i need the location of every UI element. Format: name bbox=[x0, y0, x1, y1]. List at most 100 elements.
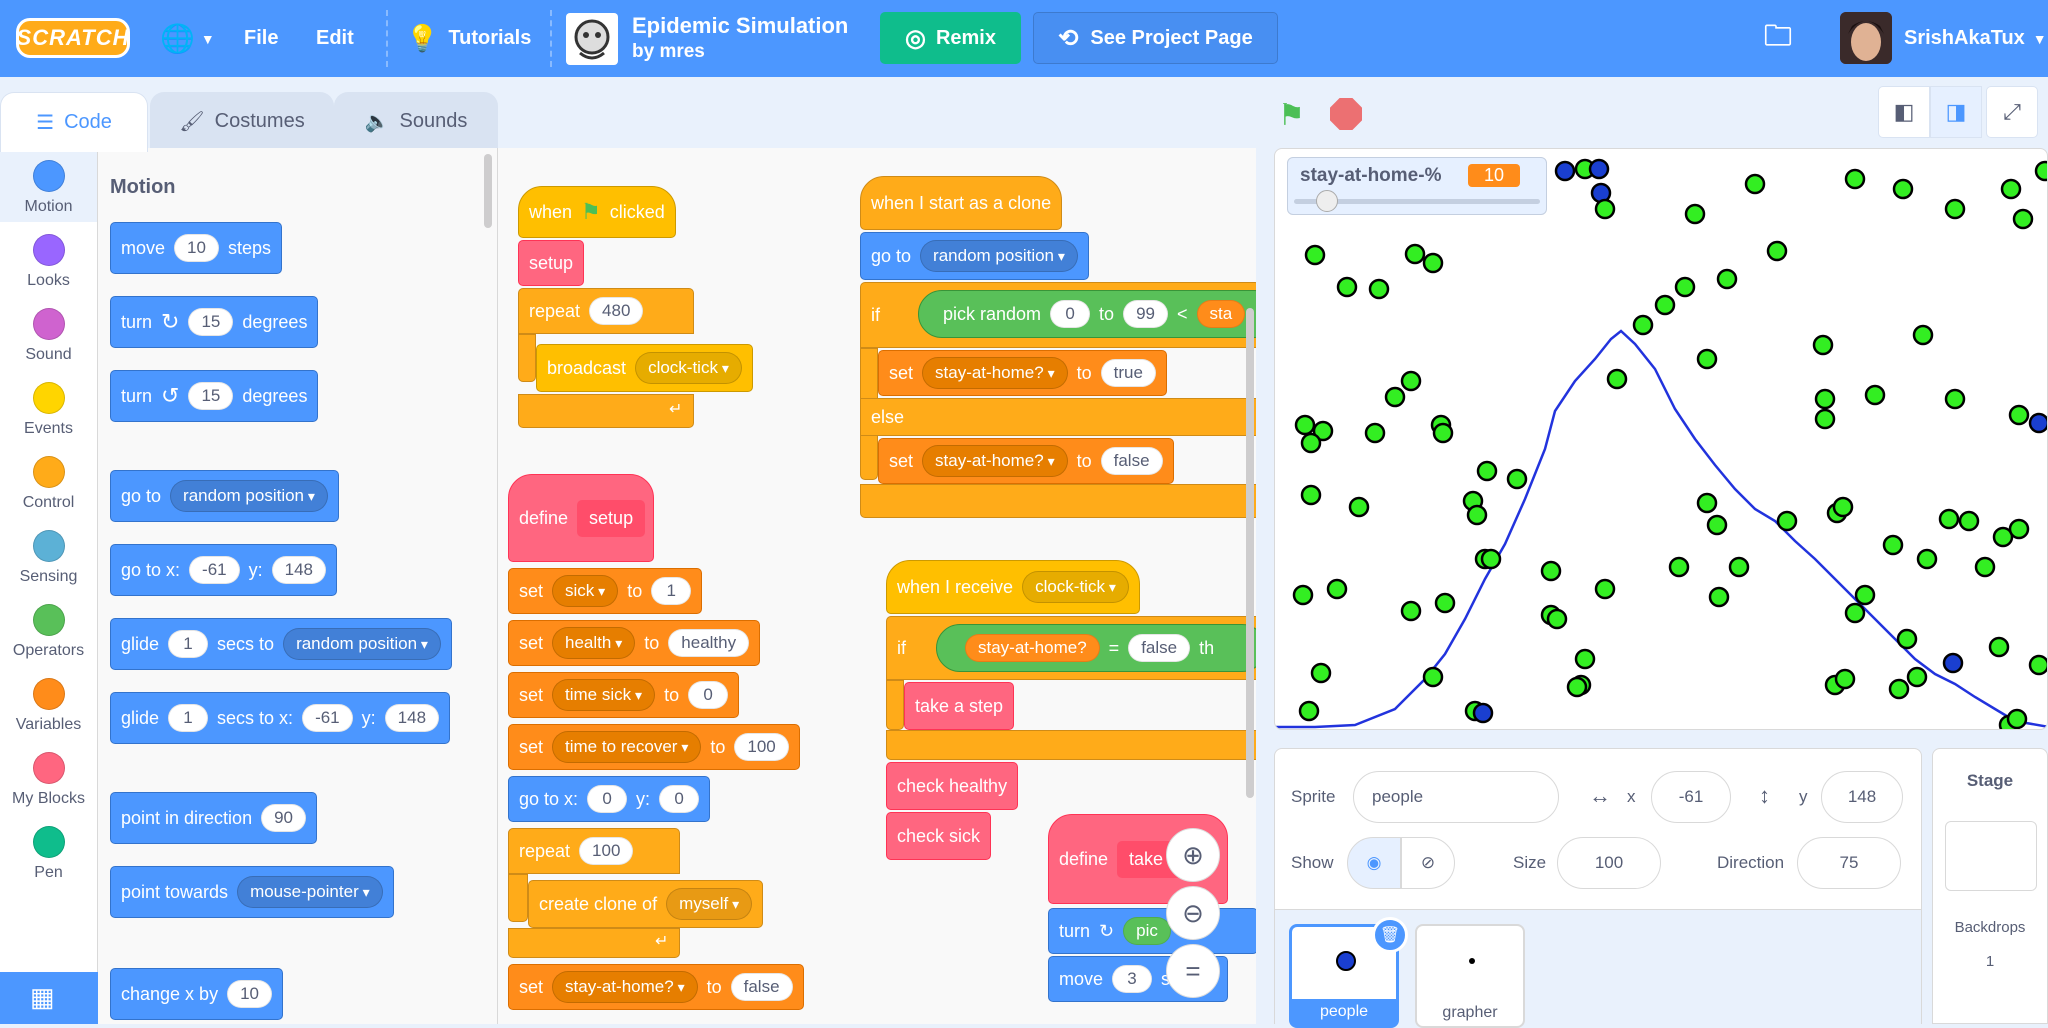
tutorials-button[interactable]: 💡 Tutorials bbox=[406, 0, 531, 77]
pick-random-reporter[interactable]: pic bbox=[1123, 917, 1171, 945]
category-looks[interactable]: Looks bbox=[0, 222, 97, 296]
script-area[interactable]: when ⚑ clicked setup repeat 480 broadcas… bbox=[498, 148, 1256, 1024]
direction-input[interactable]: 90 bbox=[261, 804, 307, 832]
block-when-clone-start[interactable]: when I start as a clone bbox=[860, 176, 1063, 230]
block-point-direction[interactable]: point in direction 90 bbox=[110, 792, 318, 844]
variable-reporter[interactable]: stay-at-home? bbox=[965, 634, 1100, 662]
block-when-flag-clicked[interactable]: when ⚑ clicked bbox=[518, 186, 676, 238]
target-dropdown[interactable]: random position bbox=[283, 628, 441, 660]
block-point-towards[interactable]: point towards mouse-pointer bbox=[110, 866, 394, 918]
fullscreen-button[interactable]: ⤢ bbox=[1986, 86, 2038, 138]
value-input[interactable]: 100 bbox=[734, 733, 789, 761]
see-project-page-button[interactable]: ⟲ See Project Page bbox=[1033, 12, 1278, 64]
category-operators[interactable]: Operators bbox=[0, 592, 97, 666]
block-call-setup[interactable]: setup bbox=[518, 240, 585, 286]
delete-sprite-button[interactable]: 🗑 bbox=[1372, 917, 1408, 953]
message-dropdown[interactable]: clock-tick bbox=[635, 352, 742, 384]
block-set-stay-at-home[interactable]: set stay-at-home? to false bbox=[508, 964, 804, 1010]
max-input[interactable]: 99 bbox=[1123, 300, 1168, 328]
category-motion[interactable]: Motion bbox=[0, 148, 97, 222]
block-call-check-sick[interactable]: check sick bbox=[886, 812, 992, 860]
value-input[interactable]: 1 bbox=[651, 577, 692, 605]
category-pen[interactable]: Pen bbox=[0, 814, 97, 888]
block-goto[interactable]: go to random position bbox=[110, 470, 339, 522]
block-create-clone[interactable]: create clone of myself bbox=[528, 880, 764, 928]
tab-code[interactable]: ☰ Code bbox=[0, 92, 148, 152]
green-flag-button[interactable]: ⚑ bbox=[1278, 98, 1305, 133]
block-move[interactable]: move 10 steps bbox=[110, 222, 282, 274]
secs-input[interactable]: 1 bbox=[168, 704, 209, 732]
monitor-slider[interactable] bbox=[1294, 190, 1540, 212]
stage-canvas[interactable] bbox=[1275, 149, 2048, 730]
value-input[interactable]: 0 bbox=[688, 681, 729, 709]
x-input[interactable]: -61 bbox=[189, 556, 240, 584]
sprite-tile-people[interactable]: 🗑 people bbox=[1289, 917, 1408, 1028]
block-turn-right[interactable]: turn ↻ 15 degrees bbox=[110, 296, 319, 348]
y-input[interactable]: 148 bbox=[271, 556, 327, 584]
block-broadcast[interactable]: broadcast clock-tick bbox=[536, 344, 753, 392]
degrees-input[interactable]: 15 bbox=[188, 382, 234, 410]
stop-button[interactable] bbox=[1330, 98, 1362, 130]
clone-target-dropdown[interactable]: myself bbox=[666, 888, 753, 920]
block-set-health[interactable]: set health to healthy bbox=[508, 620, 761, 666]
tab-costumes[interactable]: 🖌 Costumes bbox=[150, 92, 334, 150]
y-input[interactable]: 0 bbox=[659, 785, 700, 813]
block-repeat[interactable]: repeat 480 bbox=[518, 288, 694, 334]
show-visible-button[interactable]: ◉ bbox=[1347, 837, 1401, 889]
category-my-blocks[interactable]: My Blocks bbox=[0, 740, 97, 814]
variable-dropdown[interactable]: time sick bbox=[552, 679, 656, 711]
value-input[interactable]: false bbox=[730, 973, 793, 1001]
sprite-tile-grapher[interactable]: grapher bbox=[1415, 924, 1525, 1028]
x-input[interactable]: -61 bbox=[1651, 771, 1731, 823]
block-define-setup[interactable]: define setup bbox=[508, 474, 654, 562]
add-extension-button[interactable]: ▦ bbox=[0, 972, 98, 1024]
script-scrollbar[interactable] bbox=[1246, 308, 1254, 798]
stage-selector[interactable]: Stage Backdrops 1 bbox=[1932, 748, 2048, 1024]
block-set-stay-false[interactable]: set stay-at-home? to false bbox=[878, 438, 1174, 484]
variable-dropdown[interactable]: stay-at-home? bbox=[922, 357, 1068, 389]
block-turn-left[interactable]: turn ↺ 15 degrees bbox=[110, 370, 319, 422]
value-input[interactable]: false bbox=[1100, 447, 1163, 475]
block-when-receive[interactable]: when I receive clock-tick bbox=[886, 560, 1140, 614]
value-input[interactable]: healthy bbox=[668, 629, 750, 657]
tab-sounds[interactable]: 🔈 Sounds bbox=[334, 92, 498, 150]
scratch-logo[interactable]: SCRATCH bbox=[16, 18, 130, 58]
repeat-count-input[interactable]: 100 bbox=[579, 837, 634, 865]
my-stuff-button[interactable]: 🗀 bbox=[1764, 0, 1792, 77]
size-input[interactable]: 100 bbox=[1557, 837, 1661, 889]
min-input[interactable]: 0 bbox=[1050, 300, 1091, 328]
variable-dropdown[interactable]: stay-at-home? bbox=[552, 971, 698, 1003]
project-author[interactable]: by mres bbox=[632, 41, 705, 63]
block-set-time-sick[interactable]: set time sick to 0 bbox=[508, 672, 740, 718]
target-dropdown[interactable]: mouse-pointer bbox=[237, 876, 383, 908]
degrees-input[interactable]: 15 bbox=[188, 308, 234, 336]
file-menu[interactable]: File bbox=[244, 0, 278, 77]
variable-reporter[interactable]: sta bbox=[1196, 300, 1246, 328]
block-set-stay-true[interactable]: set stay-at-home? to true bbox=[878, 350, 1167, 396]
author-avatar[interactable] bbox=[566, 13, 618, 65]
target-dropdown[interactable]: random position bbox=[170, 480, 328, 512]
block-turn[interactable]: turn ↻ pic om bbox=[1048, 908, 1256, 954]
block-glide-xy[interactable]: glide 1 secs to x: -61 y: 148 bbox=[110, 692, 451, 744]
edit-menu[interactable]: Edit bbox=[316, 0, 354, 77]
value-input[interactable]: false bbox=[1128, 634, 1191, 662]
zoom-out-button[interactable]: ⊖ bbox=[1166, 886, 1220, 940]
block-less-than[interactable]: pick random 0 to 99 < sta bbox=[918, 290, 1256, 338]
block-glide[interactable]: glide 1 secs to random position bbox=[110, 618, 452, 670]
zoom-in-button[interactable]: ⊕ bbox=[1166, 828, 1220, 882]
category-events[interactable]: Events bbox=[0, 370, 97, 444]
variable-monitor[interactable]: stay-at-home-% 10 bbox=[1287, 157, 1547, 215]
block-change-x[interactable]: change x by 10 bbox=[110, 968, 283, 1020]
variable-dropdown[interactable]: health bbox=[552, 627, 636, 659]
large-stage-button[interactable]: ◨ bbox=[1930, 86, 1982, 138]
block-set-sick[interactable]: set sick to 1 bbox=[508, 568, 703, 614]
category-sensing[interactable]: Sensing bbox=[0, 518, 97, 592]
steps-input[interactable]: 3 bbox=[1112, 965, 1153, 993]
value-input[interactable]: true bbox=[1100, 359, 1156, 387]
repeat-count-input[interactable]: 480 bbox=[589, 297, 644, 325]
slider-thumb[interactable] bbox=[1316, 190, 1339, 212]
block-call-take-a-step[interactable]: take a step bbox=[904, 682, 1015, 730]
user-avatar[interactable] bbox=[1840, 12, 1892, 64]
block-repeat[interactable]: repeat 100 bbox=[508, 828, 680, 874]
y-input[interactable]: 148 bbox=[384, 704, 440, 732]
